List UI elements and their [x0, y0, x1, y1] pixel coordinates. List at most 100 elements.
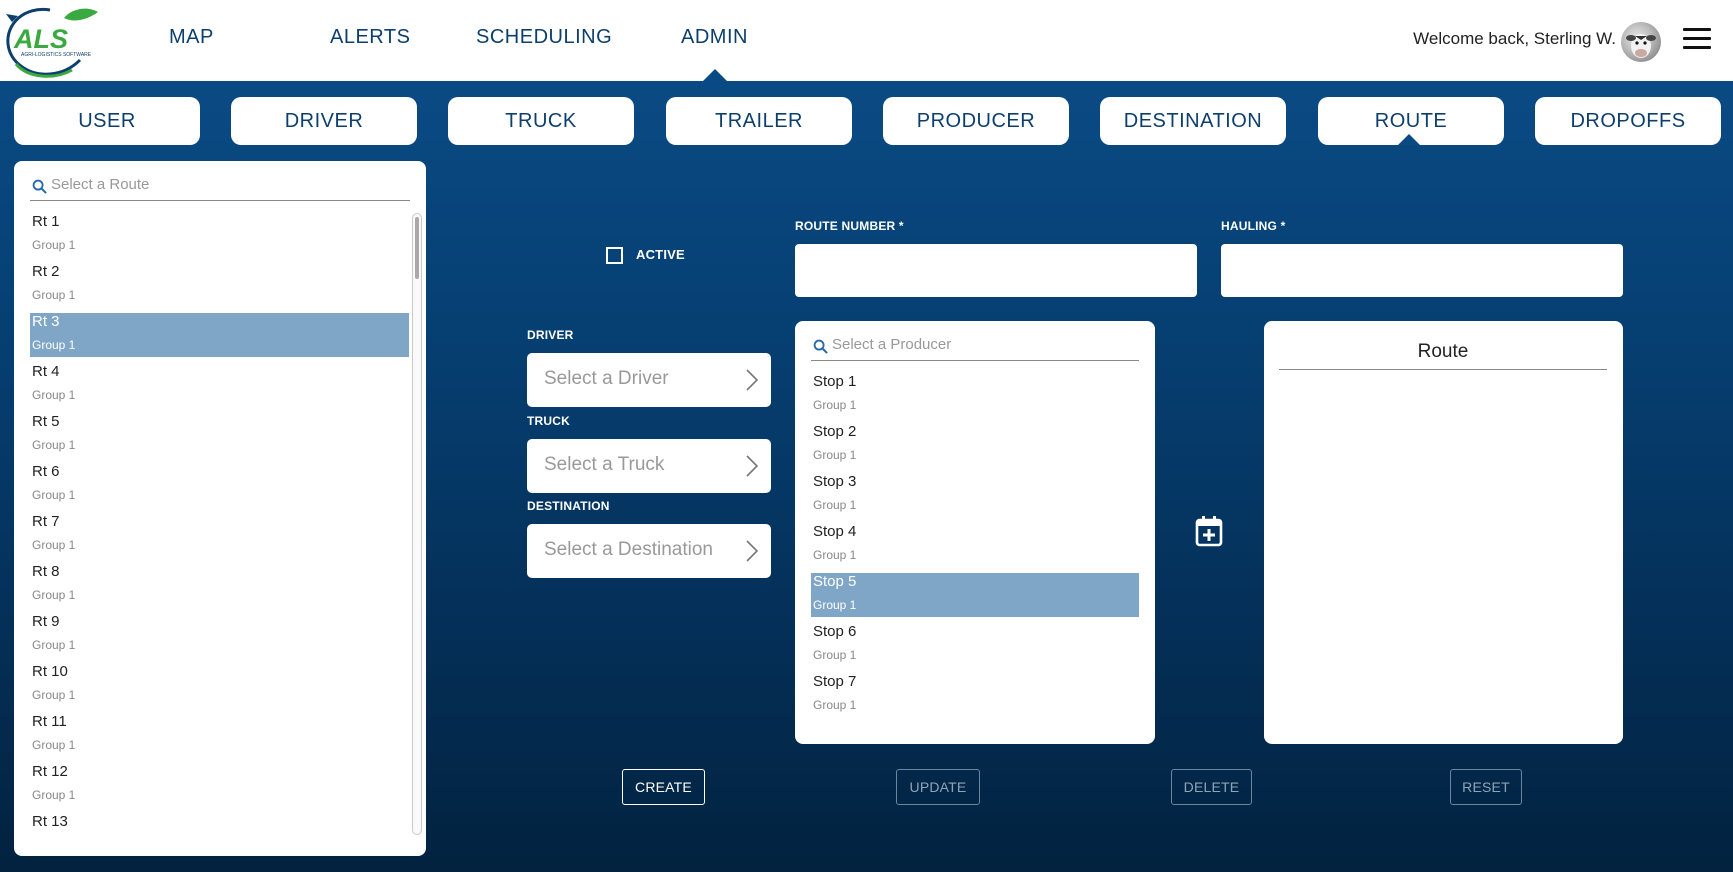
route-name: Rt 12: [32, 763, 68, 780]
route-group: Group 1: [32, 338, 76, 352]
stop-group: Group 1: [813, 448, 857, 462]
route-group: Group 1: [32, 388, 76, 402]
tab-trailer[interactable]: TRAILER: [666, 97, 852, 145]
producer-list-item[interactable]: Stop 4 Group 1: [811, 523, 1139, 567]
admin-content-area: USER DRIVER TRUCK TRAILER PRODUCER DESTI…: [0, 81, 1733, 872]
active-label: ACTIVE: [636, 247, 685, 262]
route-group: Group 1: [32, 738, 76, 752]
producer-list: Stop 1 Group 1 Stop 2 Group 1 Stop 3 Gro…: [811, 373, 1139, 733]
tab-user[interactable]: USER: [14, 97, 200, 145]
hauling-label: HAULING *: [1221, 219, 1286, 233]
menu-icon[interactable]: [1683, 28, 1711, 50]
create-button[interactable]: CREATE: [622, 769, 705, 805]
nav-map[interactable]: MAP: [169, 26, 214, 49]
stop-name: Stop 3: [813, 473, 857, 490]
active-nav-indicator: [703, 69, 727, 81]
scrollbar-thumb[interactable]: [415, 217, 419, 279]
active-checkbox[interactable]: [606, 247, 623, 264]
route-list-scrollbar[interactable]: [412, 213, 422, 835]
route-search-input[interactable]: [51, 176, 393, 193]
route-stops-panel: Route: [1264, 321, 1623, 744]
route-number-label: ROUTE NUMBER *: [795, 219, 904, 233]
route-search: [30, 174, 410, 201]
update-button[interactable]: UPDATE: [896, 769, 980, 805]
producer-list-item[interactable]: Stop 7 Group 1: [811, 673, 1139, 717]
search-icon: [813, 339, 828, 354]
hauling-input[interactable]: [1221, 244, 1623, 297]
tab-driver[interactable]: DRIVER: [231, 97, 417, 145]
delete-button[interactable]: DELETE: [1171, 769, 1252, 805]
stop-name: Stop 6: [813, 623, 857, 640]
route-name: Rt 1: [32, 213, 60, 230]
route-list-item[interactable]: Rt 4 Group 1: [30, 363, 409, 407]
route-group: Group 1: [32, 438, 76, 452]
logo-text: ALS: [13, 24, 68, 54]
nav-alerts[interactable]: ALERTS: [330, 26, 410, 49]
tab-producer[interactable]: PRODUCER: [883, 97, 1069, 145]
stop-name: Stop 7: [813, 673, 857, 690]
route-list-item[interactable]: Rt 9 Group 1: [30, 613, 409, 657]
search-icon: [32, 179, 47, 194]
stop-group: Group 1: [813, 498, 857, 512]
route-group: Group 1: [32, 288, 76, 302]
route-list-item[interactable]: Rt 2 Group 1: [30, 263, 409, 307]
route-number-input[interactable]: [795, 244, 1197, 297]
route-name: Rt 9: [32, 613, 60, 630]
top-navigation-bar: ALS AGRI-LOGISTICS SOFTWARE MAP ALERTS S…: [0, 0, 1733, 81]
chevron-right-icon: [746, 455, 759, 477]
destination-placeholder: Select a Destination: [544, 539, 713, 560]
route-list-item[interactable]: Rt 10 Group 1: [30, 663, 409, 707]
route-list-item[interactable]: Rt 11 Group 1: [30, 713, 409, 757]
tab-dropoffs[interactable]: DROPOFFS: [1535, 97, 1721, 145]
route-name: Rt 6: [32, 463, 60, 480]
tab-destination[interactable]: DESTINATION: [1100, 97, 1286, 145]
producer-list-item[interactable]: Stop 3 Group 1: [811, 473, 1139, 517]
producer-list-item[interactable]: Stop 6 Group 1: [811, 623, 1139, 667]
truck-label: TRUCK: [527, 414, 570, 428]
tab-truck[interactable]: TRUCK: [448, 97, 634, 145]
producer-list-item[interactable]: Stop 2 Group 1: [811, 423, 1139, 467]
stop-group: Group 1: [813, 648, 857, 662]
route-name: Rt 10: [32, 663, 68, 680]
chevron-right-icon: [746, 369, 759, 391]
stop-group: Group 1: [813, 548, 857, 562]
route-list-item[interactable]: Rt 13: [30, 813, 409, 837]
route-list-item[interactable]: Rt 7 Group 1: [30, 513, 409, 557]
route-group: Group 1: [32, 238, 76, 252]
producer-search-input[interactable]: [832, 336, 1128, 353]
active-tab-indicator: [1398, 134, 1420, 145]
stop-group: Group 1: [813, 698, 857, 712]
truck-selector[interactable]: Select a Truck: [527, 439, 771, 493]
route-group: Group 1: [32, 488, 76, 502]
nav-scheduling[interactable]: SCHEDULING: [476, 26, 612, 49]
stop-group: Group 1: [813, 398, 857, 412]
producer-list-item-selected[interactable]: Stop 5 Group 1: [811, 573, 1139, 617]
route-name: Rt 3: [32, 313, 60, 330]
route-name: Rt 11: [32, 713, 67, 730]
reset-button[interactable]: RESET: [1450, 769, 1522, 805]
stop-name: Stop 4: [813, 523, 857, 540]
producer-list-panel: Stop 1 Group 1 Stop 2 Group 1 Stop 3 Gro…: [795, 321, 1155, 744]
add-to-route-icon[interactable]: [1195, 515, 1223, 547]
route-list-item[interactable]: Rt 6 Group 1: [30, 463, 409, 507]
route-group: Group 1: [32, 688, 76, 702]
stop-name: Stop 1: [813, 373, 857, 390]
nav-admin[interactable]: ADMIN: [681, 26, 748, 49]
stop-name: Stop 2: [813, 423, 857, 440]
stop-name: Stop 5: [813, 573, 857, 590]
producer-list-item[interactable]: Stop 1 Group 1: [811, 373, 1139, 417]
route-list-item[interactable]: Rt 5 Group 1: [30, 413, 409, 457]
route-list-item[interactable]: Rt 12 Group 1: [30, 763, 409, 807]
truck-placeholder: Select a Truck: [544, 454, 665, 475]
route-list-item[interactable]: Rt 8 Group 1: [30, 563, 409, 607]
destination-selector[interactable]: Select a Destination: [527, 524, 771, 578]
route-list-item-selected[interactable]: Rt 3 Group 1: [30, 313, 409, 357]
user-avatar[interactable]: [1621, 22, 1661, 62]
route-panel-title: Route: [1279, 341, 1607, 370]
cow-avatar-icon: [1626, 34, 1656, 58]
route-group: Group 1: [32, 588, 76, 602]
als-logo[interactable]: ALS AGRI-LOGISTICS SOFTWARE: [2, 4, 102, 78]
driver-selector[interactable]: Select a Driver: [527, 353, 771, 407]
route-list-panel: Rt 1 Group 1 Rt 2 Group 1 Rt 3 Group 1 R…: [14, 161, 426, 856]
route-list-item[interactable]: Rt 1 Group 1: [30, 213, 409, 257]
